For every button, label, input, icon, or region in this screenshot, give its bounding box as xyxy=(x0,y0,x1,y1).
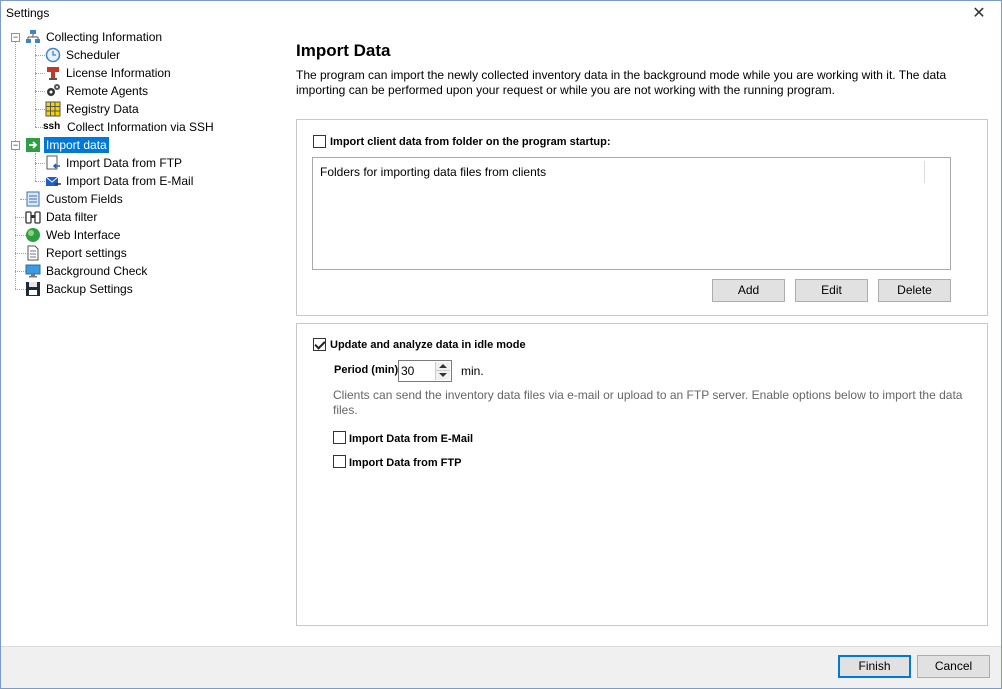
page-description: The program can import the newly collect… xyxy=(296,68,947,97)
tree-item-registry-data[interactable]: Registry Data xyxy=(45,100,141,118)
settings-tree: − − Collecting Information Scheduler Lic… xyxy=(1,27,283,647)
tree-item-report-settings[interactable]: Report settings xyxy=(25,244,129,262)
grid-icon xyxy=(45,101,61,117)
period-stepper[interactable]: 30 xyxy=(398,360,452,382)
import-folder-checkbox[interactable] xyxy=(313,135,326,148)
finish-button[interactable]: Finish xyxy=(838,655,911,678)
arrow-up-icon xyxy=(439,364,447,368)
tree-item-label: Data filter xyxy=(46,210,98,224)
report-icon xyxy=(25,245,41,261)
floppy-icon xyxy=(25,281,41,297)
tree-item-import-data[interactable]: Import data xyxy=(25,136,109,154)
delete-button[interactable]: Delete xyxy=(878,279,951,302)
import-folder-label: Import client data from folder on the pr… xyxy=(330,136,611,148)
add-button[interactable]: Add xyxy=(712,279,785,302)
tree-item-label: Remote Agents xyxy=(66,84,149,98)
tree-item-label: Import Data from FTP xyxy=(66,156,183,170)
tree-item-license-information[interactable]: License Information xyxy=(45,64,173,82)
tree-item-label: Import Data from E-Mail xyxy=(66,174,194,188)
collapse-import-icon[interactable]: − xyxy=(11,141,20,150)
period-value: 30 xyxy=(401,364,415,378)
period-increment-button[interactable] xyxy=(436,362,450,371)
ssh-icon: ssh xyxy=(43,121,61,132)
tree-item-label: License Information xyxy=(66,66,171,80)
tree-item-web-interface[interactable]: Web Interface xyxy=(25,226,122,244)
settings-window: Settings ✕ − − Collecting Information Sc… xyxy=(0,0,1002,689)
tree-item-label: Import data xyxy=(44,137,109,153)
edit-button[interactable]: Edit xyxy=(795,279,868,302)
folders-listbox[interactable]: Folders for importing data files from cl… xyxy=(312,157,951,270)
tree-item-collecting-information[interactable]: Collecting Information xyxy=(25,28,164,46)
import-ftp-checkbox[interactable] xyxy=(333,455,346,468)
idle-mode-group: Update and analyze data in idle mode Per… xyxy=(296,323,988,626)
tree-item-custom-fields[interactable]: Custom Fields xyxy=(25,190,125,208)
import-email-label: Import Data from E-Mail xyxy=(349,433,474,445)
folder-import-group: Import client data from folder on the pr… xyxy=(296,119,988,316)
arrow-down-icon xyxy=(439,373,447,377)
import-data-panel: Import Data The program can import the n… xyxy=(283,27,1001,647)
tree-item-label: Backup Settings xyxy=(46,282,133,296)
close-button[interactable]: ✕ xyxy=(967,3,991,25)
ftp-import-icon xyxy=(45,155,61,171)
tree-item-background-check[interactable]: Background Check xyxy=(25,262,149,280)
tree-item-import-email[interactable]: Import Data from E-Mail xyxy=(45,172,195,190)
tree-item-scheduler[interactable]: Scheduler xyxy=(45,46,122,64)
import-ftp-label: Import Data from FTP xyxy=(349,457,462,469)
cancel-button[interactable]: Cancel xyxy=(917,655,990,678)
email-import-icon xyxy=(45,173,61,189)
tree-item-label: Collecting Information xyxy=(46,30,163,44)
period-label: Period (min) xyxy=(334,364,399,376)
tree-item-label: Background Check xyxy=(46,264,148,278)
clock-icon xyxy=(45,47,61,63)
collapse-collecting-icon[interactable]: − xyxy=(11,33,20,42)
period-unit: min. xyxy=(461,364,484,378)
tree-item-remote-agents[interactable]: Remote Agents xyxy=(45,82,150,100)
tree-item-label: Collect Information via SSH xyxy=(67,120,214,134)
folders-list-header: Folders for importing data files from cl… xyxy=(320,165,547,179)
tree-item-label: Custom Fields xyxy=(46,192,123,206)
gears-icon xyxy=(45,83,61,99)
tree-item-import-ftp[interactable]: Import Data from FTP xyxy=(45,154,184,172)
monitor-icon xyxy=(25,263,41,279)
tree-item-label: Web Interface xyxy=(46,228,121,242)
globe-icon xyxy=(25,227,41,243)
import-email-checkbox[interactable] xyxy=(333,431,346,444)
period-decrement-button[interactable] xyxy=(436,371,450,380)
idle-mode-label: Update and analyze data in idle mode xyxy=(330,339,526,351)
tree-item-data-filter[interactable]: Data filter xyxy=(25,208,99,226)
tree-item-backup-settings[interactable]: Backup Settings xyxy=(25,280,135,298)
form-icon xyxy=(25,191,41,207)
idle-mode-checkbox[interactable] xyxy=(313,338,326,351)
window-title: Settings xyxy=(6,6,50,20)
page-title: Import Data xyxy=(296,41,391,60)
tree-item-label: Report settings xyxy=(46,246,127,260)
title-bar: Settings ✕ xyxy=(1,1,1001,27)
dialog-footer: Finish Cancel xyxy=(1,646,1001,688)
binoculars-icon xyxy=(25,209,41,225)
idle-info-text: Clients can send the inventory data file… xyxy=(333,388,963,417)
tree-item-label: Registry Data xyxy=(66,102,139,116)
import-icon xyxy=(25,137,41,153)
column-divider xyxy=(924,161,925,183)
tree-item-label: Scheduler xyxy=(66,48,121,62)
tree-item-collect-ssh[interactable]: ssh Collect Information via SSH xyxy=(43,118,216,136)
network-icon xyxy=(25,29,41,45)
stamp-icon xyxy=(45,65,61,81)
